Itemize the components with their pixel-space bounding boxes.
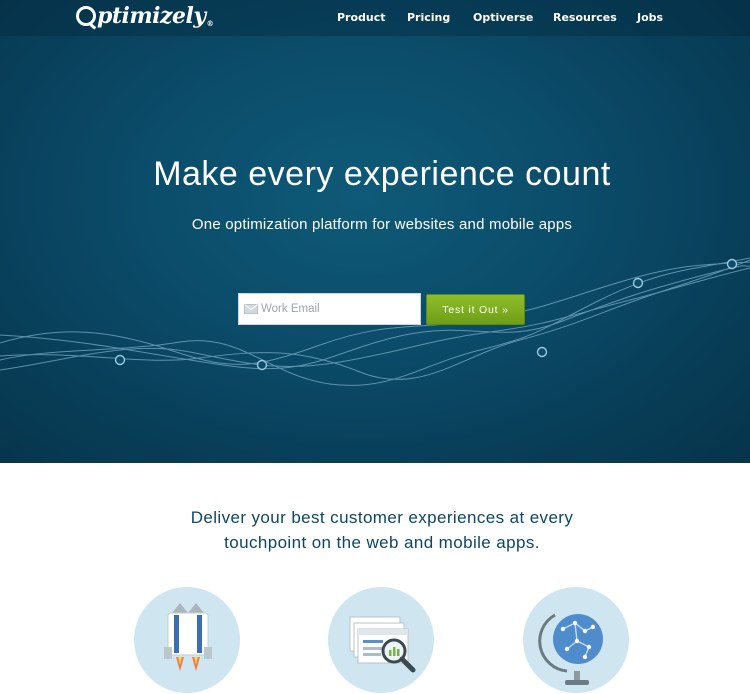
nav-pricing[interactable]: Pricing: [407, 11, 450, 24]
test-it-out-button[interactable]: Test it Out »: [426, 294, 525, 325]
hero-subtitle: One optimization platform for websites a…: [191, 216, 573, 233]
section-tagline: Deliver your best customer experiences a…: [0, 505, 750, 555]
nav-optiverse[interactable]: Optiverse: [473, 11, 533, 24]
feature-rocket[interactable]: [134, 587, 240, 693]
rocket-icon: [164, 603, 212, 671]
nav-jobs[interactable]: Jobs: [637, 11, 663, 24]
globe-icon: [538, 613, 603, 685]
tagline-line-2: touchpoint on the web and mobile apps.: [224, 533, 540, 552]
browser-windows-magnifier-icon: [349, 616, 416, 673]
feature-testing[interactable]: [328, 587, 434, 693]
nav-product[interactable]: Product: [337, 11, 386, 24]
nav-resources[interactable]: Resources: [553, 11, 617, 24]
tagline-line-1: Deliver your best customer experiences a…: [190, 508, 574, 527]
hero-section: ptimizely ® Product Pricing Optiverse Re…: [0, 0, 750, 463]
feature-globe[interactable]: [523, 587, 629, 693]
hero-title: Make every experience count: [153, 155, 611, 193]
work-email-field[interactable]: [238, 293, 421, 325]
work-email-input[interactable]: [261, 295, 411, 323]
main-nav: Product Pricing Optiverse Resources Jobs: [0, 11, 750, 29]
envelope-icon: [244, 304, 258, 314]
